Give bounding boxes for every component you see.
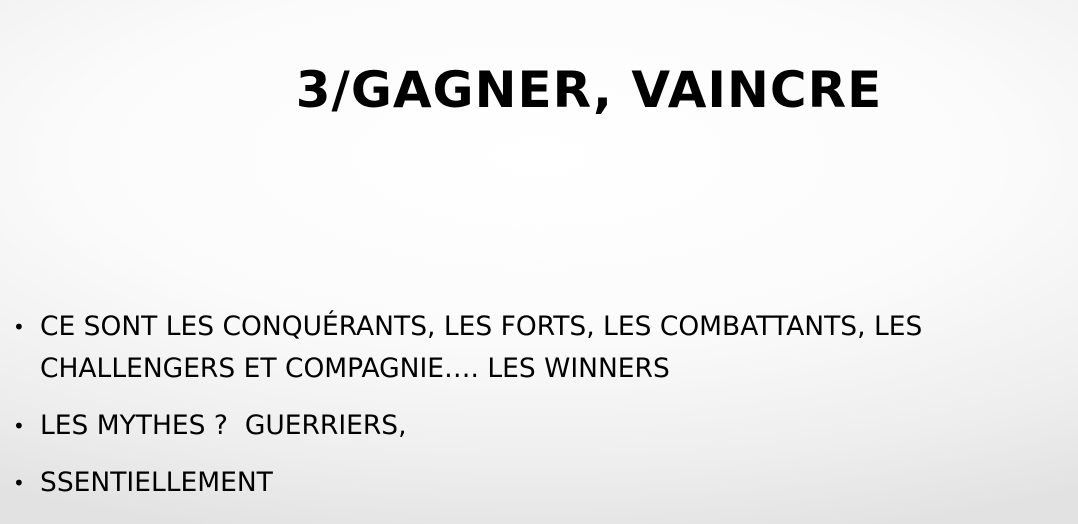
bullet-marker: • bbox=[13, 414, 25, 438]
bullet-item-ssentiellement: • SSENTIELLEMENT bbox=[0, 462, 1078, 504]
bullet-marker: • bbox=[13, 315, 25, 339]
bullet-item-mythes: • LES MYTHES ? GUERRIERS, bbox=[0, 405, 1078, 447]
bullet-text: CE SONT LES CONQUÉRANTS, LES FORTS, LES … bbox=[40, 311, 923, 384]
bullet-item-conquerants: • CE SONT LES CONQUÉRANTS, LES FORTS, LE… bbox=[0, 306, 1078, 390]
slide-title: 3/GAGNER, VAINCRE bbox=[295, 61, 883, 119]
bullet-marker: • bbox=[13, 471, 25, 495]
bullet-text: LES MYTHES ? GUERRIERS, bbox=[40, 410, 407, 441]
bullet-list: • CE SONT LES CONQUÉRANTS, LES FORTS, LE… bbox=[0, 306, 1078, 519]
slide: { "slide": { "title": "3/GAGNER, VAINCRE… bbox=[0, 0, 1078, 524]
bullet-text: SSENTIELLEMENT bbox=[40, 467, 273, 498]
